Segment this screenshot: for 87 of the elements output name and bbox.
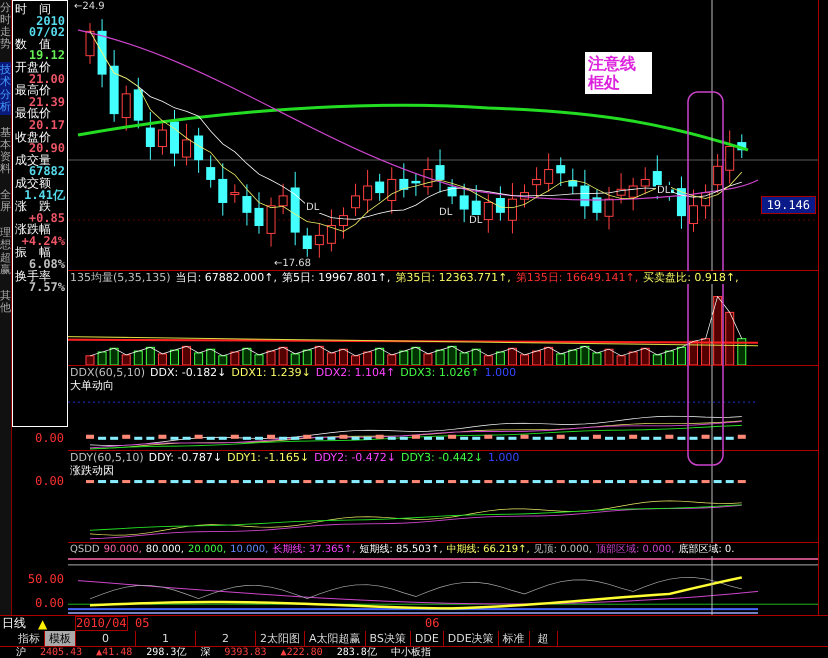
- indicator-value: DDX3: 1.026↑: [400, 366, 480, 379]
- indicator-value: DDY1: -1.165↓: [227, 451, 310, 464]
- quote-value: +4.24%: [22, 236, 65, 248]
- quote-value: 1.41亿: [24, 190, 65, 202]
- indicator-value: 第5日: 19967.801↑,: [282, 271, 390, 284]
- indicator-value: DDY2: -0.472↓: [314, 451, 396, 464]
- indicator-value: 1.000: [488, 451, 520, 464]
- indicator-value: 底部区域: 0.: [678, 543, 734, 556]
- indicator-value: DDX: -0.182↓: [150, 366, 226, 379]
- sidebar-tab[interactable]: 全屏: [0, 187, 11, 216]
- indicator-value: 顶部区域: 0.000,: [596, 543, 674, 556]
- axis-label: 0.00: [35, 596, 64, 610]
- quote-value: 21.39: [28, 96, 65, 108]
- quote-value: 20.90: [28, 143, 65, 155]
- quote-label: 成交量: [15, 154, 51, 166]
- quote-label: 成交额: [15, 178, 52, 190]
- market-index-value: 深: [200, 647, 210, 658]
- indicator-value: 90.000,: [104, 543, 142, 556]
- quote-label: 数 值: [15, 38, 51, 50]
- quote-value: 20.17: [28, 120, 65, 132]
- indicator-value: 第135日: 16649.141↑,: [516, 271, 638, 284]
- indicator-value: 中期线: 66.219↑,: [446, 543, 530, 556]
- indicator-value: QSDD: [70, 543, 100, 556]
- indicator-value: 买卖盘比: 0.918↑,: [643, 271, 739, 284]
- quote-label: 时 间: [15, 4, 52, 16]
- indicator-value: 见顶: 0.000,: [534, 543, 592, 556]
- indicator-value: 80.000,: [146, 543, 184, 556]
- sidebar-tab[interactable]: 理想超赢: [0, 225, 11, 278]
- indicator-value: DDX2: 1.104↑: [316, 366, 396, 379]
- signal-label: DL: [438, 207, 454, 218]
- indicator-tab[interactable]: 模板: [45, 631, 76, 646]
- indicator-value: 1.000: [484, 366, 516, 379]
- sidebar-tab[interactable]: 技术分析: [0, 62, 11, 115]
- quote-value: 19.12: [28, 50, 65, 62]
- axis-label: 0.00: [35, 431, 64, 445]
- quote-label: 最高价: [15, 85, 51, 97]
- indicator-value: 当日: 67882.000↑,: [176, 271, 277, 284]
- quote-value: 6.08%: [28, 259, 65, 271]
- indicator-value: DDY: -0.787↓: [148, 451, 222, 464]
- annotation-note: 注意线框处: [585, 52, 652, 94]
- market-index-value: 298.3亿: [146, 647, 186, 658]
- indicator-value: 135均量(5,35,135): [70, 271, 171, 284]
- signal-label: DL: [656, 185, 672, 196]
- quote-value: 2010: [36, 16, 65, 28]
- quote-value: 7.57%: [28, 282, 65, 294]
- market-index-value: 9393.83: [224, 647, 267, 658]
- quote-label: 收盘价: [15, 132, 51, 144]
- axis-label: 0.00: [35, 474, 64, 488]
- period-label[interactable]: 日线: [0, 615, 38, 632]
- triangle-icon[interactable]: ▲: [38, 616, 68, 630]
- quote-label: 涨 跌: [15, 201, 51, 213]
- quote-value: 67882: [28, 166, 65, 178]
- sidebar-tab[interactable]: 分时走势: [0, 0, 11, 52]
- date-label: 06: [425, 616, 440, 631]
- date-label: 05: [135, 616, 150, 631]
- quote-label: 涨跌幅: [15, 224, 51, 236]
- market-index-value: ▲222.80: [280, 647, 323, 658]
- indicator-value: 短期线: 85.503↑,: [359, 543, 443, 556]
- quote-label: 最低价: [15, 108, 51, 120]
- date-label: 2010/04: [75, 616, 128, 631]
- quote-label: 换手率: [15, 270, 51, 282]
- indicator-value: 10.000,: [230, 543, 268, 556]
- indicator-value: DDY3: -0.442↓: [401, 451, 483, 464]
- cursor-price-label: 19.146: [760, 196, 816, 214]
- axis-label: 50.00: [28, 572, 64, 586]
- sidebar-tab[interactable]: 基本资料: [0, 124, 11, 178]
- indicator-value: DDX1: 1.239↓: [231, 366, 311, 379]
- market-index-value: 283.8亿: [336, 647, 377, 658]
- quote-value: +0.85: [28, 212, 65, 224]
- sidebar-tab[interactable]: 其他: [0, 288, 11, 316]
- low-price-marker: ←17.68: [274, 258, 312, 269]
- signal-label: DL: [305, 202, 320, 213]
- indicator-value: 第35日: 12363.771↑,: [395, 271, 511, 284]
- market-index-value: 2405.43: [40, 647, 82, 658]
- signal-label: DL: [468, 215, 484, 226]
- indicator-subtitle: 涨跌动因: [69, 464, 114, 477]
- quote-value: 07/02: [28, 27, 65, 39]
- quote-label: 开盘价: [15, 62, 52, 74]
- indicator-value: DDX(60,5,10): [70, 366, 146, 379]
- indicator-value: DDY(60,5,10): [70, 451, 144, 464]
- indicator-value: 20.000,: [188, 543, 226, 556]
- market-index-value: ▲41.48: [96, 647, 132, 658]
- indicator-subtitle: 大单动向: [69, 379, 114, 392]
- market-index-value: 中小板指: [390, 647, 431, 658]
- high-price-marker: ←24.9: [74, 1, 105, 12]
- quote-label: 振 幅: [15, 247, 51, 260]
- indicator-value: 长期线: 37.365↑,: [272, 543, 356, 556]
